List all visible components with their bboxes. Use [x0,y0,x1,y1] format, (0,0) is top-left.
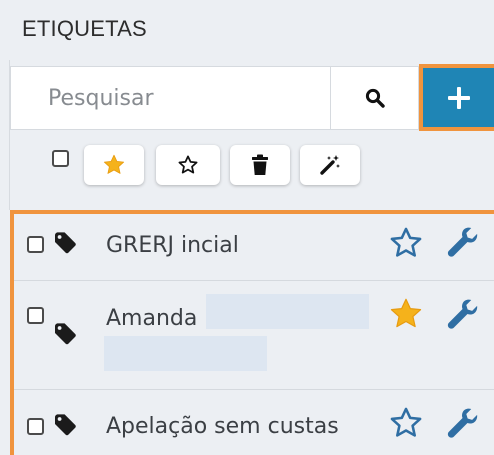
redacted-text [206,294,369,329]
add-tag-button[interactable] [419,64,494,131]
search-button[interactable] [330,66,419,130]
favorite-star-icon[interactable] [387,405,425,441]
redacted-text [104,336,267,371]
tag-checkbox[interactable] [27,418,44,435]
magic-wand-icon [320,155,340,175]
panel-title: ETIQUETAS [22,16,147,41]
search-input[interactable] [10,66,330,130]
select-all-checkbox[interactable] [52,150,69,167]
delete-tags-button[interactable] [230,145,290,185]
search-icon [365,88,385,108]
tag-icon [55,232,76,254]
tag-label[interactable]: GRERJ incial [106,233,239,258]
tag-label[interactable]: Amanda [106,306,197,331]
star-filled-icon [103,154,125,174]
row-divider [14,389,494,390]
row-divider [14,280,494,281]
plus-icon [447,86,470,109]
favorite-star-filled-icon[interactable] [387,296,425,332]
edit-wrench-icon[interactable] [445,405,481,441]
auto-tag-button[interactable] [300,145,360,185]
tag-icon [55,323,76,345]
filter-favorites-button[interactable] [84,145,144,185]
tag-label[interactable]: Apelação sem custas [106,414,339,439]
tag-icon [55,414,76,436]
edit-wrench-icon[interactable] [445,224,481,260]
edit-wrench-icon[interactable] [445,296,481,332]
star-outline-icon [178,155,198,174]
favorite-star-icon[interactable] [387,225,425,261]
tag-checkbox[interactable] [27,307,44,324]
filter-non-favorites-button[interactable] [156,145,220,185]
tag-checkbox[interactable] [27,236,44,253]
tags-panel: ETIQUETAS Pesquisar GRERJ incial Amanda … [0,0,494,455]
trash-icon [252,154,268,175]
